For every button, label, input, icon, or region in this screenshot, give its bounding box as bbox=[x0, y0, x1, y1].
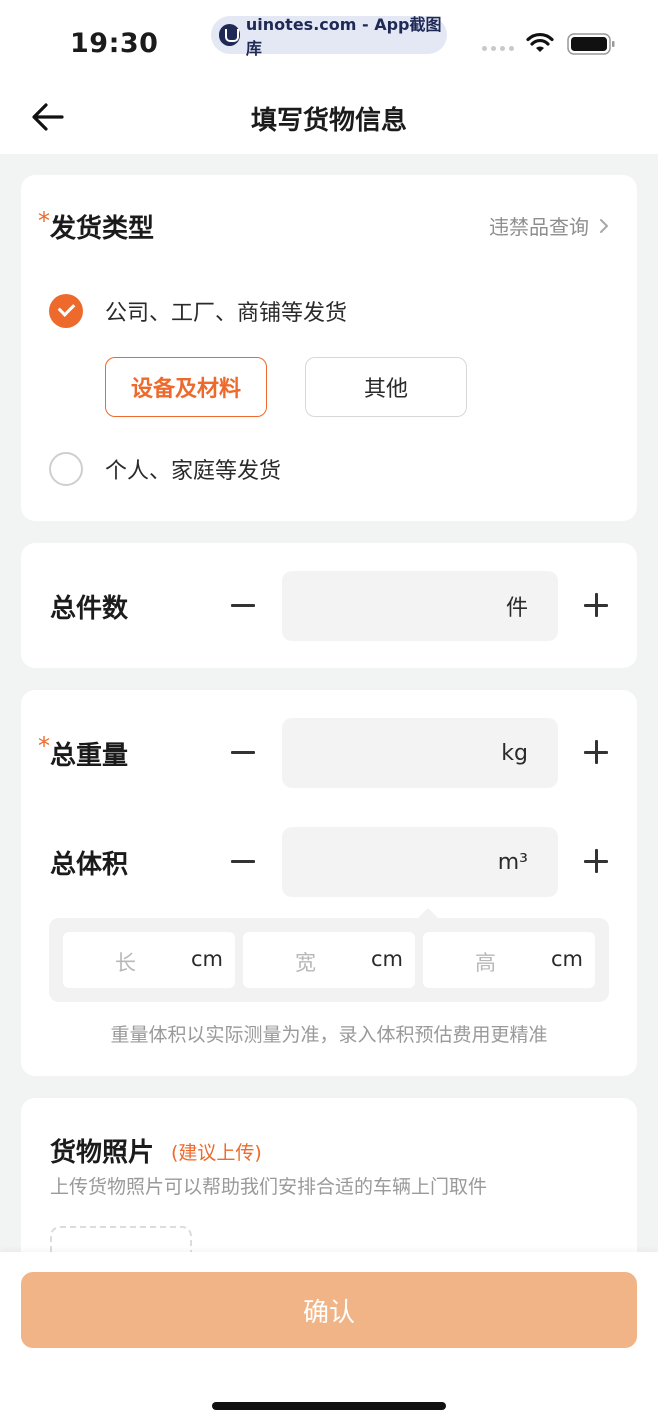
chip-equipment-materials[interactable]: 设备及材料 bbox=[105, 357, 267, 417]
length-unit: cm bbox=[190, 947, 223, 971]
status-time: 19:30 bbox=[70, 28, 159, 59]
shipping-type-card: * 发货类型 违禁品查询 公司、工厂、商铺等发货 设备及材料 其他 个人、家庭等… bbox=[21, 175, 637, 521]
height-placeholder: 高 bbox=[475, 951, 496, 975]
width-input[interactable]: 宽 cm bbox=[243, 932, 415, 988]
prohibited-items-label: 违禁品查询 bbox=[489, 215, 589, 239]
count-label: 总件数 bbox=[50, 594, 129, 624]
photos-suggest-tag: (建议上传) bbox=[171, 1142, 262, 1164]
weight-volume-card: * 总重量 kg 总体积 m³ 长 cm 宽 cm 高 cm 重量体积以实际测量… bbox=[21, 690, 637, 1076]
weight-label: 总重量 bbox=[50, 741, 129, 771]
option-personal-label: 个人、家庭等发货 bbox=[105, 459, 282, 484]
height-input[interactable]: 高 cm bbox=[423, 932, 595, 988]
prohibited-items-link[interactable]: 违禁品查询 bbox=[489, 211, 609, 240]
count-input[interactable]: 件 bbox=[282, 571, 558, 641]
weight-plus-button[interactable] bbox=[584, 740, 610, 766]
radio-checked-icon[interactable] bbox=[49, 294, 83, 328]
count-stepper: 总件数 件 bbox=[21, 571, 637, 641]
count-card: 总件数 件 bbox=[21, 543, 637, 668]
option-personal[interactable]: 个人、家庭等发货 bbox=[49, 452, 281, 486]
count-minus-button[interactable] bbox=[231, 593, 257, 619]
weight-minus-button[interactable] bbox=[231, 740, 257, 766]
volume-input[interactable]: m³ bbox=[282, 827, 558, 897]
count-unit: 件 bbox=[505, 596, 528, 621]
battery-icon bbox=[567, 33, 615, 55]
home-indicator[interactable] bbox=[212, 1402, 446, 1410]
weight-unit: kg bbox=[501, 740, 528, 766]
width-unit: cm bbox=[370, 947, 403, 971]
measurement-hint: 重量体积以实际测量为准，录入体积预估费用更精准 bbox=[110, 1024, 548, 1046]
uinotes-logo-icon bbox=[219, 24, 240, 46]
watermark-badge: uinotes.com - App截图库 bbox=[211, 15, 447, 58]
width-placeholder: 宽 bbox=[295, 951, 316, 975]
cellular-signal-icon bbox=[482, 46, 514, 51]
radio-unchecked-icon[interactable] bbox=[49, 452, 83, 486]
volume-label: 总体积 bbox=[50, 850, 129, 880]
chevron-right-icon bbox=[600, 218, 608, 233]
bottom-bar: 确认 bbox=[0, 1252, 658, 1424]
watermark-text: uinotes.com - App截图库 bbox=[245, 15, 442, 58]
shipping-type-title: 发货类型 bbox=[50, 214, 155, 244]
dimensions-box: 长 cm 宽 cm 高 cm bbox=[49, 908, 609, 1002]
nav-bar: 填写货物信息 bbox=[0, 80, 658, 154]
option-company-label: 公司、工厂、商铺等发货 bbox=[105, 301, 348, 326]
weight-input[interactable]: kg bbox=[282, 718, 558, 788]
required-mark: * bbox=[38, 207, 50, 235]
weight-stepper: * 总重量 kg bbox=[21, 718, 637, 788]
status-bar: 19:30 uinotes.com - App截图库 bbox=[0, 0, 658, 80]
length-placeholder: 长 bbox=[115, 951, 136, 975]
photos-title: 货物照片 bbox=[50, 1138, 155, 1168]
wifi-icon bbox=[526, 32, 554, 52]
count-plus-button[interactable] bbox=[584, 593, 610, 619]
volume-unit: m³ bbox=[497, 849, 528, 875]
length-input[interactable]: 长 cm bbox=[63, 932, 235, 988]
confirm-button[interactable]: 确认 bbox=[21, 1272, 637, 1348]
page-title: 填写货物信息 bbox=[250, 106, 407, 136]
required-mark: * bbox=[38, 732, 50, 760]
volume-plus-button[interactable] bbox=[584, 849, 610, 875]
height-unit: cm bbox=[550, 947, 583, 971]
volume-stepper: 总体积 m³ bbox=[21, 827, 637, 897]
option-company[interactable]: 公司、工厂、商铺等发货 bbox=[49, 294, 347, 328]
volume-minus-button[interactable] bbox=[231, 849, 257, 875]
chip-other[interactable]: 其他 bbox=[305, 357, 467, 417]
photos-description: 上传货物照片可以帮助我们安排合适的车辆上门取件 bbox=[50, 1176, 488, 1198]
